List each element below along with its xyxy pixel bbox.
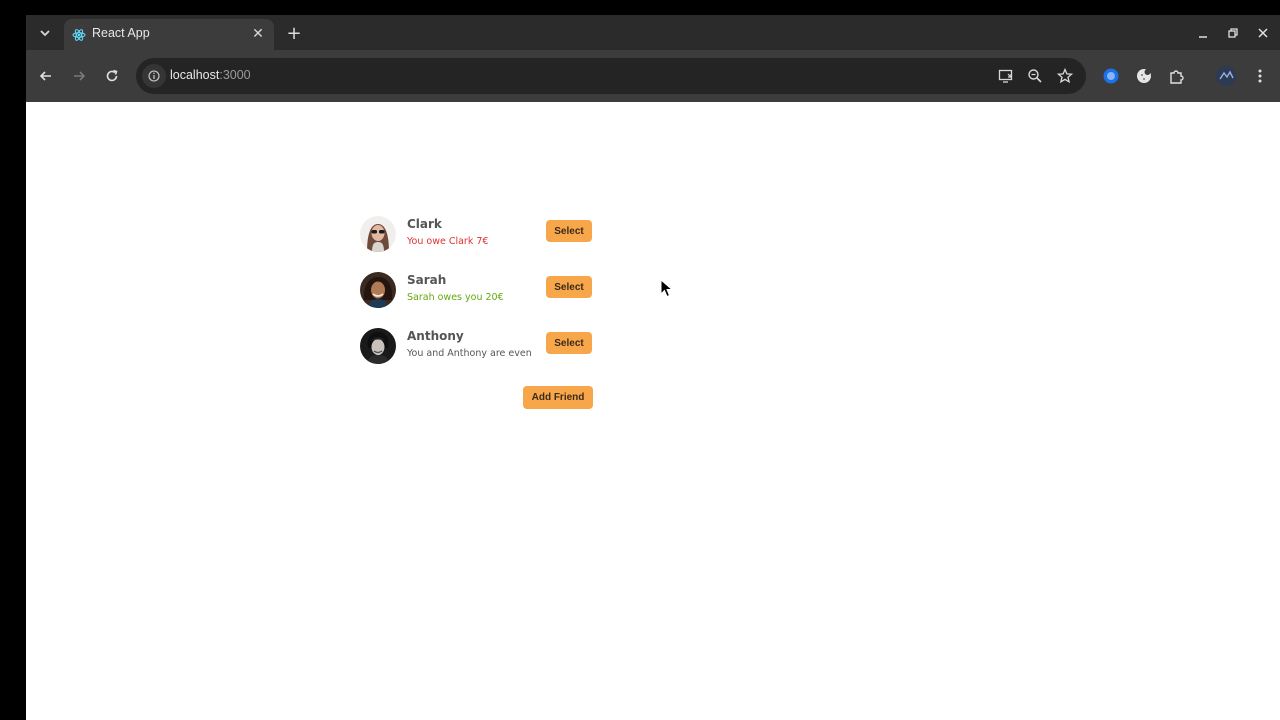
avatar: [360, 216, 396, 252]
browser-toolbar: localhost:3000: [26, 50, 1280, 102]
mouse-cursor-icon: [660, 278, 676, 299]
page-content: Clark You owe Clark 7€ Select Sarah Sara…: [26, 102, 1280, 720]
restore-icon[interactable]: [1222, 22, 1244, 44]
tab-strip: React App ✕ +: [26, 15, 1280, 50]
friend-balance: You owe Clark 7€: [407, 236, 489, 247]
profile-avatar-icon[interactable]: [1214, 64, 1238, 88]
friend-balance: Sarah owes you 20€: [407, 292, 504, 303]
star-icon[interactable]: [1055, 66, 1075, 86]
friend-balance: You and Anthony are even: [407, 348, 532, 359]
react-icon: [72, 27, 86, 41]
url-text: localhost:3000: [170, 68, 251, 82]
url-port: :3000: [219, 68, 251, 82]
kebab-menu-icon[interactable]: [1248, 64, 1272, 88]
browser-tab[interactable]: React App ✕: [64, 19, 274, 50]
select-button[interactable]: Select: [546, 220, 592, 242]
friend-item-sarah: Sarah Sarah owes you 20€ Select: [360, 272, 600, 312]
avatar: [360, 328, 396, 364]
cast-icon[interactable]: [996, 66, 1016, 86]
info-icon[interactable]: [142, 64, 166, 88]
friend-item-anthony: Anthony You and Anthony are even Select: [360, 328, 600, 368]
close-icon[interactable]: ✕: [248, 24, 268, 44]
friend-item-clark: Clark You owe Clark 7€ Select: [360, 216, 600, 256]
add-friend-button[interactable]: Add Friend: [523, 386, 593, 409]
address-bar[interactable]: localhost:3000: [136, 58, 1086, 94]
select-button[interactable]: Select: [546, 276, 592, 298]
friend-name: Sarah: [407, 273, 447, 287]
window-close-icon[interactable]: [1252, 22, 1274, 44]
friend-name: Anthony: [407, 329, 464, 343]
reload-icon[interactable]: [100, 64, 124, 88]
plus-icon[interactable]: +: [283, 22, 305, 44]
cookie-extension-icon[interactable]: [1132, 64, 1156, 88]
blue-circle-extension-icon[interactable]: [1099, 64, 1123, 88]
arrow-left-icon[interactable]: [34, 64, 58, 88]
friend-name: Clark: [407, 217, 442, 231]
chevron-down-icon[interactable]: [34, 22, 56, 44]
puzzle-icon[interactable]: [1165, 64, 1189, 88]
avatar: [360, 272, 396, 308]
select-button[interactable]: Select: [546, 332, 592, 354]
arrow-right-icon[interactable]: [67, 64, 91, 88]
minimize-icon[interactable]: [1192, 22, 1214, 44]
zoom-icon[interactable]: [1025, 66, 1045, 86]
url-host: localhost: [170, 68, 220, 82]
tab-title: React App: [92, 26, 150, 40]
